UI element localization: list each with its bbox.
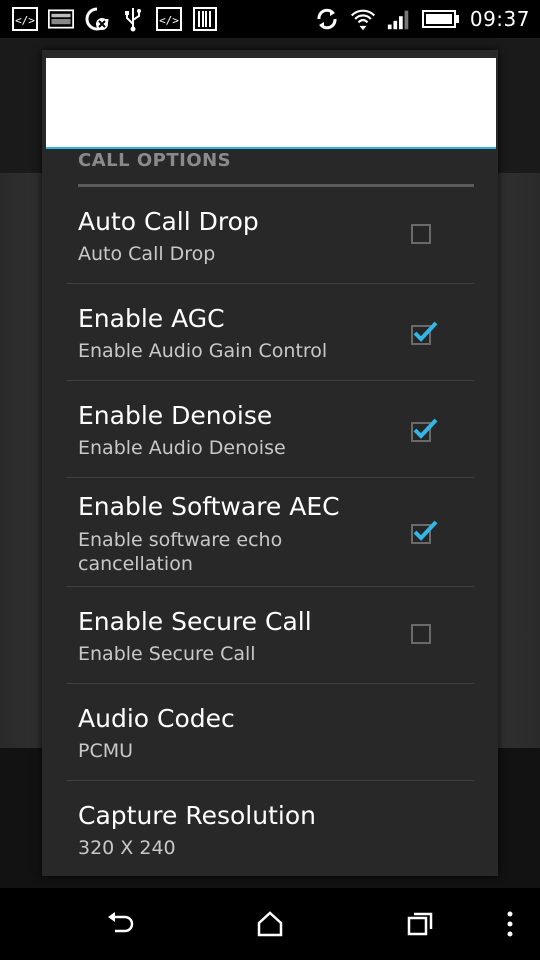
home-icon[interactable] — [250, 908, 290, 940]
back-icon[interactable] — [100, 908, 140, 940]
pref-summary: Enable software echo cancellation — [78, 529, 283, 575]
pref-title: Audio Codec — [78, 704, 235, 733]
pref-enable-agc[interactable]: Enable AGC Enable Audio Gain Control — [66, 284, 474, 381]
pref-enable-denoise[interactable]: Enable Denoise Enable Audio Denoise — [66, 381, 474, 478]
menu-icon[interactable] — [490, 908, 530, 940]
checkbox[interactable] — [411, 224, 431, 244]
pref-summary: Enable Audio Denoise — [78, 437, 286, 459]
pref-title: Enable Denoise — [78, 401, 273, 430]
pref-capture-resolution[interactable]: Capture Resolution 320 X 240 — [66, 781, 474, 876]
usb-icon — [120, 6, 146, 32]
pref-title: Enable Secure Call — [78, 607, 312, 636]
pref-summary: 320 X 240 — [78, 837, 176, 859]
pref-auto-call-drop[interactable]: Auto Call Drop Auto Call Drop — [66, 187, 474, 284]
image-icon — [48, 6, 74, 32]
pref-enable-secure-call[interactable]: Enable Secure Call Enable Secure Call — [66, 587, 474, 684]
check-icon — [413, 520, 438, 541]
section-title: CALL OPTIONS — [78, 150, 232, 171]
pref-title: Auto Call Drop — [78, 207, 259, 236]
pref-title: Enable Software AEC — [78, 492, 340, 521]
settings-dialog: CALL OPTIONS Auto Call Drop Auto Call Dr… — [42, 50, 498, 876]
check-icon — [413, 418, 438, 439]
signal-icon — [386, 6, 412, 32]
code-icon: </> — [156, 6, 182, 32]
recent-apps-icon[interactable] — [400, 908, 440, 940]
sync-icon — [314, 6, 340, 32]
pref-summary: PCMU — [78, 740, 134, 762]
check-icon — [413, 321, 438, 342]
pref-summary: Enable Secure Call — [78, 643, 256, 665]
pref-title: Capture Resolution — [78, 801, 316, 830]
pref-summary: Auto Call Drop — [78, 243, 216, 265]
pref-audio-codec[interactable]: Audio Codec PCMU — [66, 684, 474, 781]
sync-disabled-icon — [84, 6, 110, 32]
wifi-icon — [350, 6, 376, 32]
preference-list: Auto Call Drop Auto Call Drop Enable AGC… — [66, 187, 474, 876]
pref-enable-software-aec[interactable]: Enable Software AEC Enable software echo… — [66, 478, 474, 587]
section-header: CALL OPTIONS — [78, 150, 474, 187]
svg-text:</>: </> — [15, 14, 35, 27]
battery-icon — [421, 6, 460, 32]
navigation-bar — [0, 888, 540, 960]
barcode-icon — [192, 6, 218, 32]
checkbox-checked[interactable] — [411, 418, 438, 442]
checkbox-checked[interactable] — [411, 520, 438, 544]
clock: 09:37 — [469, 7, 530, 31]
pref-summary: Enable Audio Gain Control — [78, 340, 328, 362]
checkbox[interactable] — [411, 624, 431, 644]
checkbox-checked[interactable] — [411, 321, 438, 345]
dialog-header — [46, 58, 496, 149]
pref-title: Enable AGC — [78, 304, 225, 333]
code-icon: </> — [12, 6, 38, 32]
svg-text:</>: </> — [159, 14, 179, 27]
status-bar: </> </> 09:37 — [0, 0, 540, 38]
